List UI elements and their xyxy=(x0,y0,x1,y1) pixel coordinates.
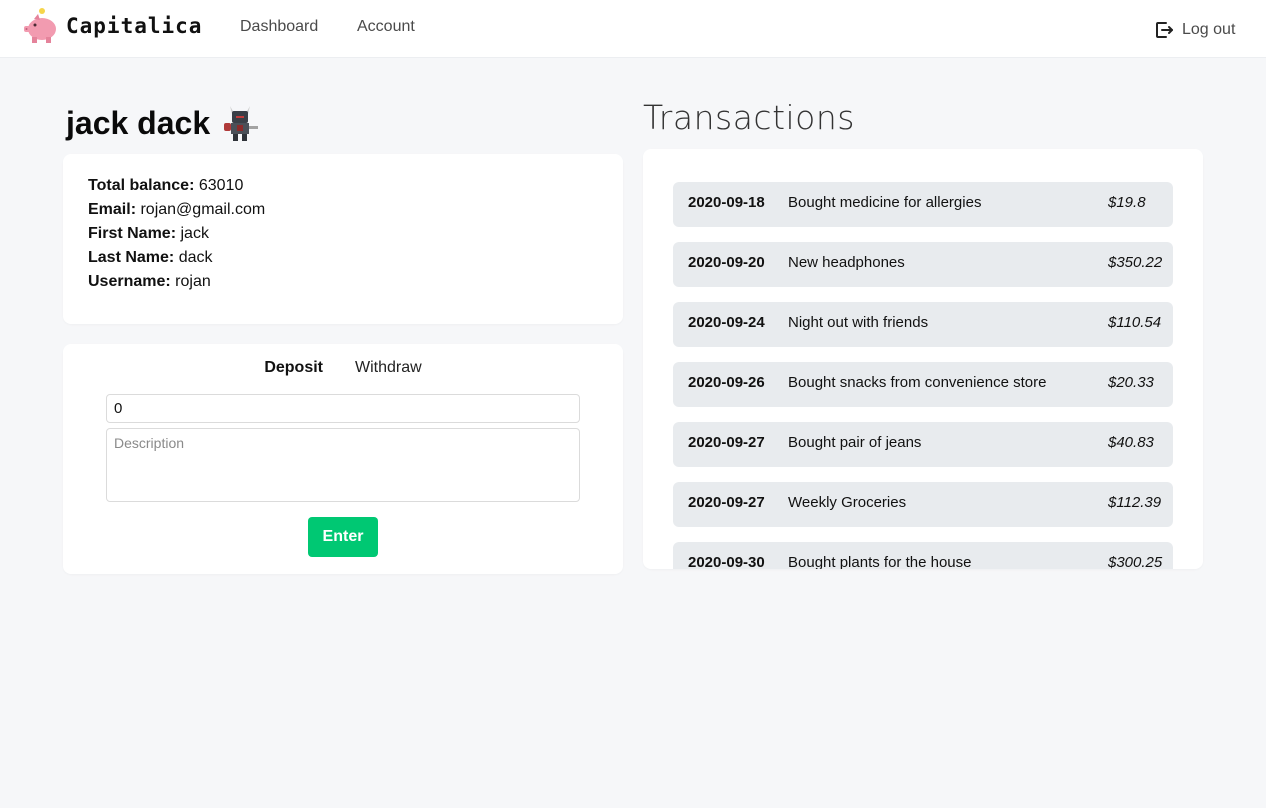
transaction-row[interactable]: 2020-09-18 Bought medicine for allergies… xyxy=(673,182,1173,227)
info-total-balance: Total balance: 63010 xyxy=(88,174,598,198)
transaction-row[interactable]: 2020-09-30 Bought plants for the house $… xyxy=(673,542,1173,569)
transaction-form-card: Deposit Withdraw Enter xyxy=(63,344,623,574)
brand-name: Capitalica xyxy=(66,14,203,38)
transaction-date: 2020-09-18 xyxy=(688,194,765,211)
logout-button[interactable]: Log out xyxy=(1154,20,1235,40)
info-last-name: Last Name: dack xyxy=(88,246,598,270)
transactions-list: 2020-09-18 Bought medicine for allergies… xyxy=(673,182,1173,569)
transaction-amount: $20.33 xyxy=(1108,374,1154,391)
transaction-amount: $40.83 xyxy=(1108,434,1154,451)
info-label: Username: xyxy=(88,273,171,290)
description-input[interactable] xyxy=(106,428,580,502)
transaction-date: 2020-09-27 xyxy=(688,494,765,511)
navbar: Capitalica Dashboard Account Log out xyxy=(0,0,1266,58)
info-label: Total balance: xyxy=(88,177,195,194)
transaction-description: Night out with friends xyxy=(788,314,929,331)
transaction-description: Bought snacks from convenience store xyxy=(788,374,1047,391)
transaction-amount: $112.39 xyxy=(1108,494,1162,511)
info-value: jack xyxy=(180,225,209,242)
transaction-row[interactable]: 2020-09-27 Weekly Groceries $112.39 xyxy=(673,482,1173,527)
logout-label: Log out xyxy=(1182,21,1236,38)
logout-icon xyxy=(1156,22,1173,38)
transaction-amount: $300.25 xyxy=(1108,554,1163,569)
piggy-bank-icon xyxy=(24,8,56,43)
info-value: rojan@gmail.com xyxy=(140,201,266,218)
transaction-description: Bought plants for the house xyxy=(788,554,972,569)
transaction-date: 2020-09-26 xyxy=(688,374,765,391)
info-email: Email: rojan@gmail.com xyxy=(88,198,598,222)
transaction-row[interactable]: 2020-09-20 New headphones $350.22 xyxy=(673,242,1173,287)
account-info-card: Total balance: 63010 Email: rojan@gmail.… xyxy=(63,154,623,324)
transactions-card[interactable]: 2020-09-18 Bought medicine for allergies… xyxy=(643,149,1203,569)
transaction-row[interactable]: 2020-09-27 Bought pair of jeans $40.83 xyxy=(673,422,1173,467)
tab-withdraw[interactable]: Withdraw xyxy=(339,359,438,377)
enter-button[interactable]: Enter xyxy=(308,517,378,557)
transaction-date: 2020-09-30 xyxy=(688,554,765,569)
transaction-description: Bought pair of jeans xyxy=(788,434,922,451)
user-header: jack dack xyxy=(66,100,260,146)
transaction-description: Bought medicine for allergies xyxy=(788,194,982,211)
transactions-title: Transactions xyxy=(643,98,855,137)
info-value: 63010 xyxy=(198,177,244,194)
transaction-row[interactable]: 2020-09-24 Night out with friends $110.5… xyxy=(673,302,1173,347)
amount-input[interactable] xyxy=(106,394,580,423)
user-display-name: jack dack xyxy=(66,104,211,141)
info-value: rojan xyxy=(175,273,211,290)
transaction-amount: $350.22 xyxy=(1108,254,1163,271)
nav-link-account[interactable]: Account xyxy=(357,18,415,36)
transaction-description: Weekly Groceries xyxy=(788,494,907,511)
knight-avatar-icon xyxy=(224,106,259,141)
info-label: Email: xyxy=(88,201,137,218)
info-value: dack xyxy=(178,249,213,266)
transaction-description: New headphones xyxy=(788,254,905,271)
transaction-amount: $110.54 xyxy=(1108,314,1162,331)
form-tabs: Deposit Withdraw xyxy=(63,359,623,377)
nav-link-dashboard[interactable]: Dashboard xyxy=(240,18,318,36)
transaction-row[interactable]: 2020-09-26 Bought snacks from convenienc… xyxy=(673,362,1173,407)
transaction-date: 2020-09-24 xyxy=(688,314,765,331)
info-first-name: First Name: jack xyxy=(88,222,598,246)
transaction-date: 2020-09-27 xyxy=(688,434,765,451)
transaction-amount: $19.8 xyxy=(1108,194,1146,211)
info-label: First Name: xyxy=(88,225,177,242)
info-label: Last Name: xyxy=(88,249,175,266)
info-username: Username: rojan xyxy=(88,270,598,294)
tab-deposit[interactable]: Deposit xyxy=(248,359,339,377)
brand-logo[interactable]: Capitalica xyxy=(22,6,202,46)
transaction-date: 2020-09-20 xyxy=(688,254,765,271)
